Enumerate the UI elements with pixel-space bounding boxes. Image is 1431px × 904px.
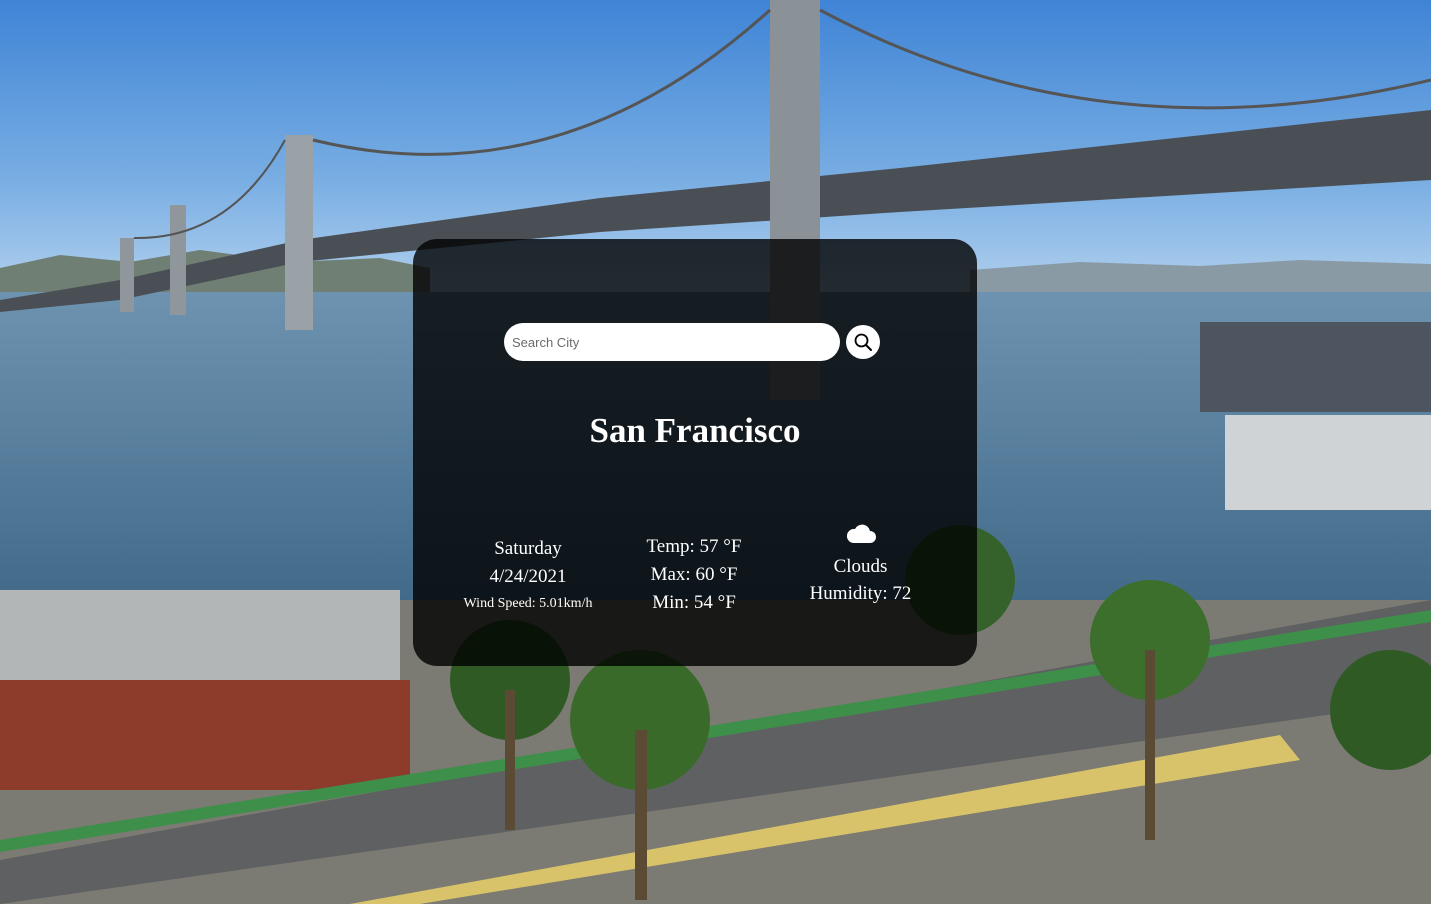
max-temperature: Max: 60 °F bbox=[650, 564, 738, 585]
condition-section: Clouds Humidity: 72 bbox=[793, 523, 928, 607]
search-input[interactable] bbox=[504, 323, 840, 361]
current-temperature: Temp: 57 °F bbox=[646, 536, 742, 557]
weather-card: San Francisco Saturday 4/24/2021 Wind Sp… bbox=[413, 239, 977, 666]
temperature-section: Temp: 57 °F Max: 60 °F Min: 54 °F bbox=[623, 533, 765, 617]
search-icon bbox=[854, 333, 872, 351]
humidity: Humidity: 72 bbox=[809, 583, 912, 604]
date: 4/24/2021 bbox=[489, 566, 567, 587]
date-section: Saturday 4/24/2021 Wind Speed: 5.01km/h bbox=[453, 535, 603, 617]
wind-speed: Wind Speed: 5.01km/h bbox=[463, 596, 593, 611]
city-name: San Francisco bbox=[589, 411, 801, 450]
search-button[interactable] bbox=[846, 325, 880, 359]
min-temperature: Min: 54 °F bbox=[652, 592, 736, 613]
condition-label: Clouds bbox=[833, 556, 888, 577]
search-bar bbox=[504, 323, 880, 361]
cloud-icon bbox=[793, 523, 928, 553]
day-of-week: Saturday bbox=[494, 538, 562, 559]
